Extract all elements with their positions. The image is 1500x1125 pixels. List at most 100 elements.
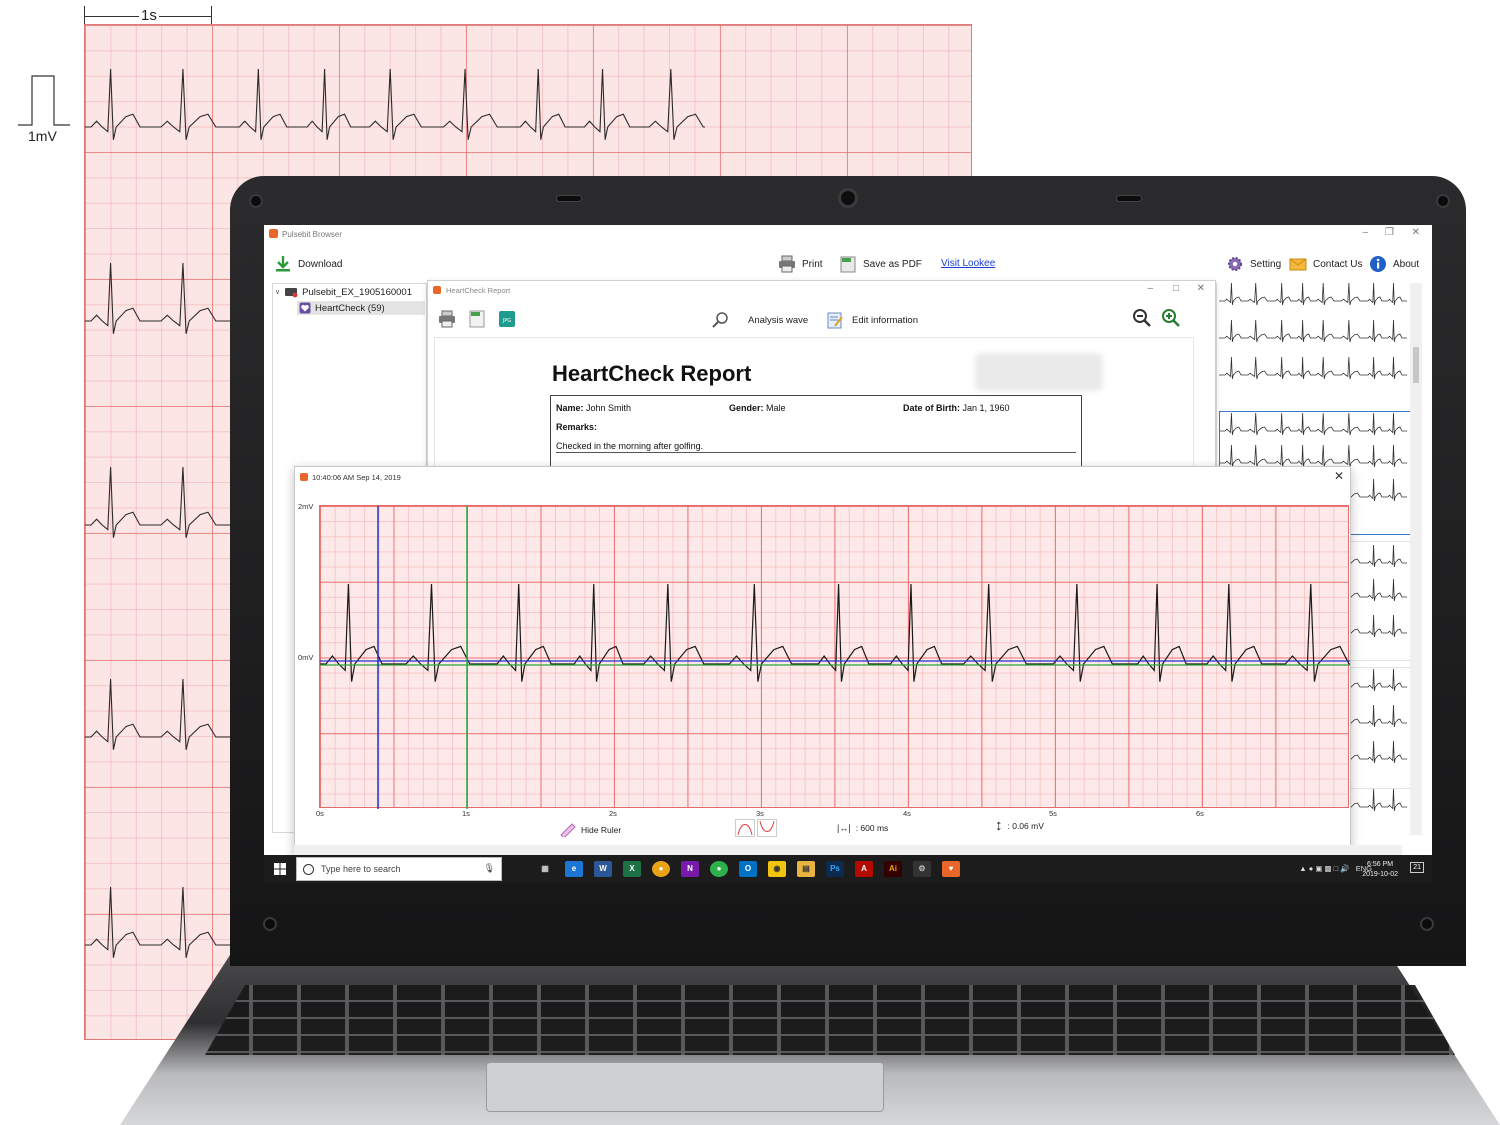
laptop-screen: Pulsebit Browser – ❐ ✕ Download Print Sa… [264, 225, 1432, 883]
taskbar-search-box[interactable]: Type here to search 🎙 [296, 857, 502, 881]
excel-icon[interactable]: X [623, 861, 641, 877]
dob-field: Date of Birth: Jan 1, 1960 [903, 403, 1010, 413]
word-icon[interactable]: W [594, 861, 612, 877]
clock-time: 6:56 PM [1367, 861, 1394, 868]
report-jpg-button[interactable]: JPG [498, 310, 516, 328]
tree-item-heartcheck[interactable]: HeartCheck (59) [297, 301, 425, 315]
about-button[interactable]: About [1369, 255, 1419, 273]
expand-chevron-icon[interactable]: ∨ [275, 288, 280, 296]
task-view-icon[interactable]: ▦ [536, 861, 554, 877]
clock[interactable]: 6:56 PM 2019-10-02 [1362, 860, 1398, 880]
pdf-icon [469, 310, 485, 328]
windows-start-icon[interactable] [274, 863, 286, 875]
jpg-icon: JPG [499, 311, 515, 327]
report-window-title: HeartCheck Report [446, 286, 511, 295]
save-pdf-label: Save as PDF [863, 258, 922, 270]
report-pdf-button[interactable] [468, 310, 486, 328]
gender-key: Gender: [729, 403, 764, 413]
illustrator-icon[interactable]: Ai [884, 861, 902, 877]
horizontal-scrollbar[interactable] [294, 845, 1402, 855]
hide-ruler-label: Hide Ruler [581, 825, 622, 835]
notification-badge[interactable]: 21 [1410, 862, 1424, 873]
scrollbar-thumb[interactable] [1413, 347, 1419, 383]
clock-date: 2019-10-02 [1362, 871, 1398, 878]
gender-field: Gender: Male [729, 403, 786, 413]
settings-app-icon[interactable]: ⚙ [913, 861, 931, 877]
contact-us-label: Contact Us [1313, 258, 1363, 270]
remarks-key: Remarks: [556, 422, 598, 432]
interval-arrow-icon: |↔| [837, 823, 851, 833]
download-button[interactable]: Download [274, 255, 342, 273]
magnifier-wave-icon [712, 312, 728, 328]
zoom-in-button[interactable] [1161, 308, 1181, 328]
save-pdf-button[interactable]: Save as PDF [839, 255, 922, 273]
window-title-bar: Pulsebit Browser – ❐ ✕ [264, 225, 1432, 243]
ecg-close-icon[interactable]: ✕ [1334, 469, 1344, 483]
hide-ruler-button[interactable]: Hide Ruler [560, 823, 621, 837]
tree-item-device[interactable]: ∨ Pulsebit_EX_1905160001 [275, 286, 412, 298]
x-label-3s: 3s [756, 809, 764, 818]
dob-key: Date of Birth: [903, 403, 960, 413]
edge-icon[interactable]: e [565, 861, 583, 877]
ecg-window-title: 10:40:06 AM Sep 14, 2019 [312, 473, 401, 482]
acrobat-icon[interactable]: A [855, 861, 873, 877]
edit-notepad-icon [827, 312, 843, 329]
thumbnail-scrollbar[interactable] [1410, 283, 1422, 835]
setting-button[interactable]: Setting [1226, 255, 1281, 273]
thumbnail-trace-2 [1219, 319, 1407, 343]
file-explorer-icon[interactable]: ▤ [797, 861, 815, 877]
ecg-chart[interactable] [319, 505, 1350, 809]
download-icon [276, 256, 290, 272]
time-scale-label: 1s [139, 7, 159, 24]
svg-text:JPG: JPG [502, 318, 511, 324]
edit-information-button[interactable]: Edit information [826, 311, 918, 329]
print-label: Print [802, 258, 823, 270]
background-ecg-trace-4 [85, 678, 231, 750]
print-button[interactable]: Print [778, 255, 823, 273]
download-label: Download [298, 258, 343, 270]
main-ecg-trace [320, 583, 1350, 682]
minimize-icon[interactable]: – [1362, 227, 1368, 238]
system-tray: ▲ ● ▣ ▩ □ 🔊 ENG [1299, 864, 1372, 873]
pulsebit-app-icon[interactable]: ♥ [942, 861, 960, 877]
microphone-icon[interactable]: 🎙 [484, 863, 495, 874]
x-label-0s: 0s [316, 809, 324, 818]
report-restore-icon[interactable]: □ [1173, 283, 1179, 294]
peak-marker-icons [735, 819, 777, 837]
report-minimize-icon[interactable]: – [1147, 283, 1153, 294]
search-circle-icon [303, 864, 314, 875]
outlook-icon[interactable]: O [739, 861, 757, 877]
contact-us-button[interactable]: Contact Us [1289, 255, 1362, 273]
search-placeholder: Type here to search [321, 864, 401, 874]
report-close-icon[interactable]: ✕ [1197, 283, 1205, 294]
green-app-icon[interactable]: ● [710, 861, 728, 877]
amplitude-readout: ↕ : 0.06 mV [995, 817, 1044, 834]
photoshop-icon[interactable]: Ps [826, 861, 844, 877]
thumbnail-trace-3 [1219, 356, 1407, 380]
analysis-wave-button[interactable]: Analysis wave [712, 311, 808, 329]
name-value: John Smith [586, 403, 632, 413]
taskbar-apps: ▦ e W X ● N ● O ◉ ▤ Ps A Ai ⚙ ♥ [536, 861, 960, 877]
visit-lookee-link[interactable]: Visit Lookee [941, 258, 995, 269]
onenote-icon[interactable]: N [681, 861, 699, 877]
window-title: Pulsebit Browser [282, 230, 343, 239]
peak-markers-button[interactable] [735, 819, 777, 837]
close-icon[interactable]: ✕ [1412, 227, 1420, 238]
chrome-icon[interactable]: ● [652, 861, 670, 877]
interval-readout: |↔| : 600 ms [837, 823, 888, 833]
tray-icons[interactable]: ▲ ● ▣ ▩ □ 🔊 [1299, 864, 1349, 873]
background-ecg-trace-1 [85, 68, 705, 140]
zoom-in-icon [1162, 309, 1180, 327]
mic-slot-left [556, 195, 582, 202]
report-window: HeartCheck Report – □ ✕ JPG Analysis wav… [427, 280, 1216, 487]
info-icon [1370, 256, 1386, 272]
camera-app-icon[interactable]: ◉ [768, 861, 786, 877]
amplitude-arrow-icon: ↕ [995, 817, 1003, 834]
x-label-5s: 5s [1049, 809, 1057, 818]
bezel-screw [249, 194, 263, 208]
ecg-trace-svg [320, 506, 1350, 809]
app-logo-icon [269, 229, 278, 238]
zoom-out-button[interactable] [1132, 308, 1152, 328]
report-print-button[interactable] [438, 310, 456, 328]
restore-icon[interactable]: ❐ [1385, 227, 1394, 238]
